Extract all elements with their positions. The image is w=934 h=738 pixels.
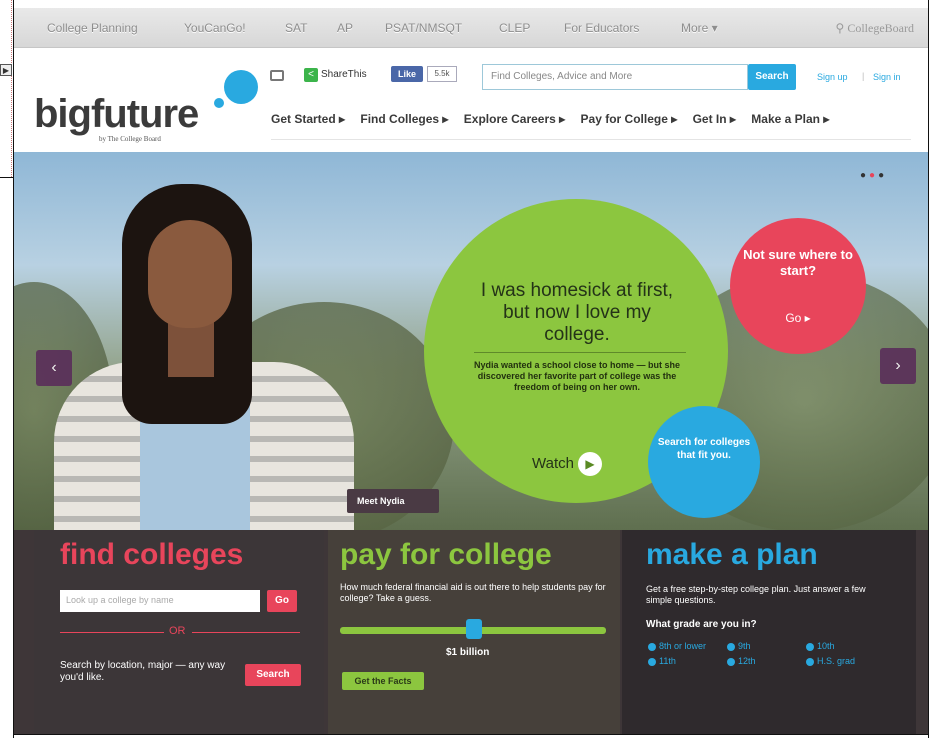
carousel-dot[interactable]: ● [878, 170, 887, 181]
site-search-input[interactable]: Find Colleges, Advice and More [482, 64, 748, 90]
college-name-input[interactable]: Look up a college by name [60, 590, 260, 612]
auth-separator: | [862, 71, 865, 81]
frame-border-right [928, 0, 929, 738]
logo-bubble-small-icon [214, 98, 224, 108]
share-icon[interactable]: < [304, 68, 318, 82]
topnav-educators[interactable]: For Educators [564, 8, 639, 48]
not-sure-go-link[interactable]: Go ▸ [730, 311, 866, 325]
grade-option-label: 11th [659, 656, 676, 666]
sign-up-link[interactable]: Sign up [817, 72, 848, 82]
meet-nydia-tag[interactable]: Meet Nydia [347, 489, 439, 513]
location-search-button[interactable]: Search [245, 664, 301, 686]
grade-option-10th[interactable]: 10th [806, 641, 835, 651]
top-navigation: College Planning YouCanGo! SAT AP PSAT/N… [14, 8, 928, 48]
story-divider [474, 352, 686, 353]
aid-slider-value: $1 billion [446, 647, 490, 658]
acorn-icon: ⚲ [835, 21, 845, 35]
topnav-clep[interactable]: CLEP [499, 8, 530, 48]
student-photo [44, 182, 374, 530]
search-colleges-text[interactable]: Search for colleges that fit you. [648, 436, 760, 462]
play-icon: ▶ [577, 452, 602, 476]
nav-explore-careers[interactable]: Explore Careers ▸ [464, 112, 565, 126]
carousel-dot-active[interactable]: ● [869, 170, 878, 181]
or-label: OR [169, 625, 186, 637]
frame-border-mid [0, 177, 14, 178]
carousel-dots: ●●● [860, 170, 887, 181]
grade-question: What grade are you in? [646, 619, 757, 630]
nav-get-started[interactable]: Get Started ▸ [271, 112, 345, 126]
main-navigation: Get Started ▸ Find Colleges ▸ Explore Ca… [271, 112, 841, 136]
dotted-frame [0, 0, 12, 177]
location-search-text: Search by location, major — any way you'… [60, 660, 226, 683]
feature-panels: find colleges Look up a college by name … [14, 530, 928, 734]
topnav-youcango[interactable]: YouCanGo! [184, 8, 246, 48]
facebook-like-count: 5.5k [427, 66, 457, 82]
or-divider-left [60, 632, 164, 633]
grade-option-label: 9th [738, 641, 751, 651]
nav-divider [271, 139, 911, 140]
grade-option-9th[interactable]: 9th [727, 641, 751, 651]
radio-icon [806, 657, 814, 666]
watch-button[interactable]: Watch ▶ [532, 452, 602, 476]
grade-option-8th[interactable]: 8th or lower [648, 641, 706, 651]
radio-icon [648, 657, 656, 666]
make-a-plan-title: make a plan [646, 538, 818, 571]
topnav-more[interactable]: More ▾ [681, 8, 718, 48]
aid-question: How much federal financial aid is out th… [340, 582, 606, 603]
site-header: bigfuture by The College Board < ShareTh… [14, 48, 928, 152]
hero-carousel: Meet Nydia ●●● ‹ › I was homesick at fir… [14, 152, 928, 530]
radio-icon [727, 642, 735, 651]
grade-option-label: 8th or lower [659, 641, 707, 651]
pay-for-college-title: pay for college [340, 538, 552, 571]
carousel-dot[interactable]: ● [860, 170, 869, 181]
collegeboard-label: CollegeBoard [847, 21, 914, 35]
topnav-psat[interactable]: PSAT/NMSQT [385, 8, 462, 48]
play-arrow-icon[interactable]: ▶ [0, 64, 12, 76]
carousel-next-button[interactable]: › [880, 348, 916, 384]
grade-option-hs-grad[interactable]: H.S. grad [806, 656, 855, 666]
not-sure-circle[interactable] [730, 218, 866, 354]
not-sure-text[interactable]: Not sure where to start? [730, 247, 866, 279]
nav-get-in[interactable]: Get In ▸ [693, 112, 736, 126]
radio-icon [648, 642, 656, 651]
radio-icon [727, 657, 735, 666]
logo-subtitle: by The College Board [99, 135, 161, 143]
facebook-like-button[interactable]: Like [391, 66, 423, 82]
watch-label: Watch [532, 454, 574, 472]
student-face [148, 220, 232, 328]
nav-make-a-plan[interactable]: Make a Plan ▸ [751, 112, 829, 126]
chevron-left-icon: ‹ [51, 359, 57, 376]
grade-option-label: 10th [817, 641, 835, 651]
aid-slider-handle[interactable] [466, 619, 482, 639]
collegeboard-logo[interactable]: ⚲ CollegeBoard [836, 8, 914, 48]
carousel-prev-button[interactable]: ‹ [36, 350, 72, 386]
chevron-right-icon: › [895, 357, 901, 374]
frame-border-bottom [13, 734, 929, 735]
grade-option-11th[interactable]: 11th [648, 656, 676, 666]
bigfuture-logo[interactable]: bigfuture [34, 92, 199, 137]
search-colleges-circle[interactable] [648, 406, 760, 518]
topnav-ap[interactable]: AP [337, 8, 353, 48]
get-the-facts-button[interactable]: Get the Facts [342, 672, 424, 690]
print-icon[interactable] [270, 70, 284, 81]
nav-find-colleges[interactable]: Find Colleges ▸ [360, 112, 448, 126]
site-search-button[interactable]: Search [748, 64, 796, 90]
grade-option-12th[interactable]: 12th [727, 656, 756, 666]
logo-bubble-icon [224, 70, 258, 104]
grade-option-label: H.S. grad [817, 656, 856, 666]
story-body: Nydia wanted a school close to home — bu… [473, 360, 681, 392]
story-quote: I was homesick at first, but now I love … [480, 280, 674, 345]
plan-description: Get a free step-by-step college plan. Ju… [646, 584, 866, 605]
grade-option-label: 12th [738, 656, 756, 666]
or-divider-right [192, 632, 300, 633]
college-go-button[interactable]: Go [267, 590, 297, 612]
nav-pay-for-college[interactable]: Pay for College ▸ [581, 112, 678, 126]
facebook-like-label: Like [397, 69, 416, 79]
find-colleges-title: find colleges [60, 538, 244, 571]
radio-icon [806, 642, 814, 651]
topnav-sat[interactable]: SAT [285, 8, 307, 48]
topnav-college-planning[interactable]: College Planning [47, 8, 138, 48]
share-this-link[interactable]: ShareThis [321, 69, 367, 80]
sign-in-link[interactable]: Sign in [873, 72, 901, 82]
